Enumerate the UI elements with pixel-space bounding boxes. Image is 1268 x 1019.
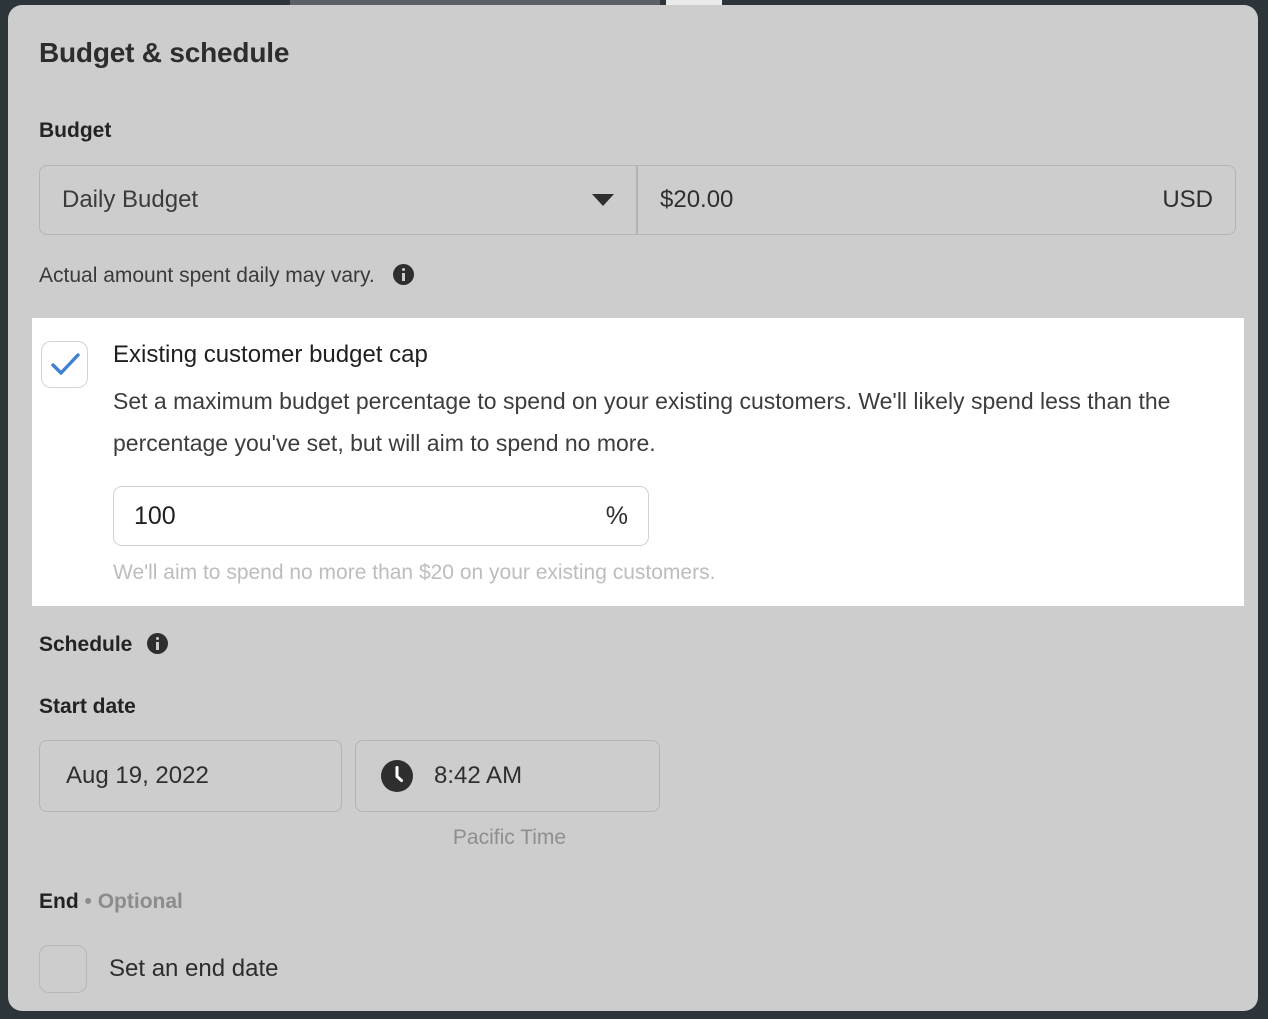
start-date-label: Start date	[39, 695, 136, 719]
start-time-value: 8:42 AM	[434, 762, 522, 790]
set-end-date-row[interactable]: Set an end date	[39, 945, 278, 993]
budget-cap-percent-input[interactable]: 100 %	[113, 486, 649, 546]
set-end-date-checkbox[interactable]	[39, 945, 87, 993]
schedule-label: Schedule	[39, 633, 132, 656]
budget-schedule-panel: Budget & schedule Budget Daily Budget $2…	[8, 5, 1258, 1011]
start-date-value: Aug 19, 2022	[66, 762, 209, 790]
set-end-date-label: Set an end date	[109, 955, 278, 983]
start-time-input[interactable]: 8:42 AM	[355, 740, 660, 812]
start-date-input[interactable]: Aug 19, 2022	[39, 740, 342, 812]
budget-cap-hint: We'll aim to spend no more than $20 on y…	[113, 561, 715, 585]
start-date-row: Aug 19, 2022 8:42 AM	[39, 740, 660, 812]
budget-note-text: Actual amount spent daily may vary.	[39, 264, 375, 287]
end-optional-text: Optional	[98, 890, 183, 913]
schedule-label-row: Schedule	[39, 633, 168, 657]
percent-suffix: %	[606, 502, 628, 531]
end-separator: •	[85, 890, 92, 913]
budget-type-value: Daily Budget	[62, 186, 198, 214]
budget-label: Budget	[39, 119, 111, 143]
budget-note-row: Actual amount spent daily may vary.	[39, 264, 414, 288]
end-label-text: End	[39, 890, 79, 913]
budget-type-select[interactable]: Daily Budget	[39, 165, 637, 235]
budget-cap-description: Set a maximum budget percentage to spend…	[113, 380, 1228, 464]
chevron-down-icon	[592, 194, 614, 206]
timezone-label: Pacific Time	[357, 826, 662, 850]
end-section-label: End • Optional	[39, 890, 183, 914]
budget-cap-checkbox[interactable]	[41, 341, 88, 388]
page-title: Budget & schedule	[39, 37, 289, 69]
budget-cap-title: Existing customer budget cap	[113, 341, 1228, 369]
budget-amount-value: $20.00	[660, 186, 733, 214]
screenshot-root: Budget & schedule Budget Daily Budget $2…	[0, 0, 1268, 1019]
budget-row: Daily Budget $20.00 USD	[39, 165, 1236, 237]
budget-amount-input[interactable]: $20.00 USD	[637, 165, 1236, 235]
budget-currency-label: USD	[1162, 186, 1213, 214]
clock-icon	[380, 759, 414, 793]
checkbox-box	[41, 341, 88, 388]
percent-value: 100	[134, 502, 176, 531]
info-icon[interactable]	[147, 633, 168, 654]
check-icon	[51, 353, 80, 377]
info-icon[interactable]	[393, 264, 414, 285]
